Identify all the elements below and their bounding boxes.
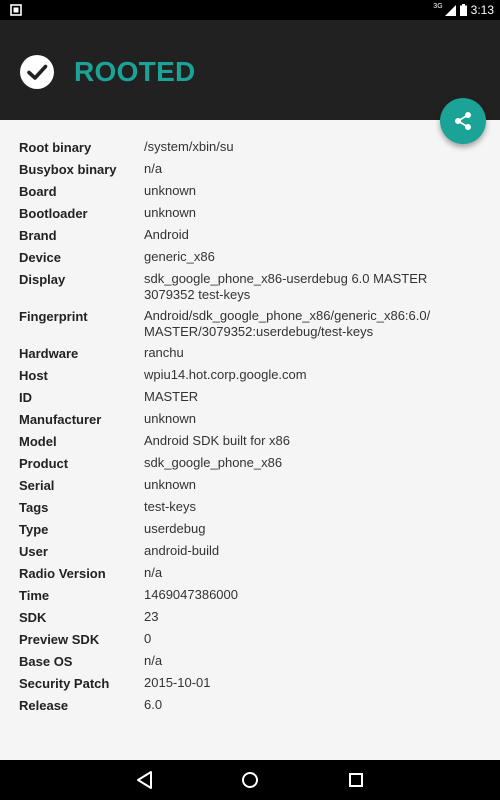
info-label: Host — [19, 368, 48, 383]
info-row: Fingerprint Android/sdk_google_phone_x86/… — [0, 308, 500, 340]
info-label: Tags — [19, 500, 49, 515]
info-label: Release — [19, 698, 69, 713]
info-row: Security Patch 2015-10-01 — [0, 675, 500, 692]
info-row: Model Android SDK built for x86 — [0, 433, 500, 450]
info-label: Base OS — [19, 654, 73, 669]
page-title: ROOTED — [74, 56, 196, 87]
info-label: Brand — [19, 228, 57, 243]
info-row: Root binary/system/xbin/su — [0, 139, 500, 156]
info-value: Android/sdk_google_phone_x86/generic_x86… — [144, 308, 431, 339]
info-value: wpiu14.hot.corp.google.com — [144, 367, 307, 382]
info-value: ranchu — [144, 345, 184, 360]
info-row: Busybox binary n/a — [0, 161, 500, 178]
battery-icon — [459, 4, 467, 16]
info-label: Bootloader — [19, 206, 88, 221]
info-value: 6.0 — [144, 697, 163, 712]
info-label: Security Patch — [19, 676, 110, 691]
info-row: Host wpiu14.hot.corp.google.com — [0, 367, 500, 384]
info-row: Bootloader unknown — [0, 205, 500, 222]
info-value: android-build — [144, 543, 220, 558]
info-label: Time — [19, 588, 50, 603]
info-label: SDK — [19, 610, 47, 625]
info-row: Product sdk_google_phone_x86 — [0, 455, 500, 472]
info-row: Hardware ranchu — [0, 345, 500, 362]
info-row: Device generic_x86 — [0, 249, 500, 266]
status-bar: 3G 3:13 — [0, 0, 500, 20]
info-row: Board unknown — [0, 183, 500, 200]
info-label: ID — [19, 390, 32, 405]
info-label: Model — [19, 434, 57, 449]
info-row: User android-build — [0, 543, 500, 560]
info-label: Product — [19, 456, 69, 471]
info-row: Radio Version n/a — [0, 565, 500, 582]
status-bar-right: 3G 3:13 — [433, 0, 494, 20]
device-info-panel[interactable]: Root binary/system/xbin/su Busybox binary… — [0, 120, 500, 760]
info-label: User — [19, 544, 48, 559]
info-label: Busybox binary — [19, 162, 117, 177]
info-row: Manufacturer unknown — [0, 411, 500, 428]
info-row: SDK 23 — [0, 609, 500, 626]
info-value: 0 — [144, 631, 152, 646]
info-row: Serial unknown — [0, 477, 500, 494]
info-value: sdk_google_phone_x86-userdebug 6.0 MASTE… — [144, 271, 428, 302]
info-row: Type userdebug — [0, 521, 500, 538]
info-row: Base OS n/a — [0, 653, 500, 670]
recents-icon[interactable] — [344, 768, 368, 792]
info-row: Brand Android — [0, 227, 500, 244]
info-value: 2015-10-01 — [144, 675, 211, 690]
info-value: unknown — [144, 411, 197, 426]
info-label: Board — [19, 184, 57, 199]
info-label: Root binary — [19, 140, 92, 155]
info-label: Device — [19, 250, 61, 265]
home-icon[interactable] — [238, 768, 262, 792]
info-value: unknown — [144, 477, 197, 492]
info-value: sdk_google_phone_x86 — [144, 455, 283, 470]
info-label: Hardware — [19, 346, 79, 361]
info-value: unknown — [144, 205, 197, 220]
share-button[interactable] — [440, 98, 486, 144]
info-value: n/a — [144, 161, 163, 176]
info-value: MASTER — [144, 389, 199, 404]
info-label: Radio Version — [19, 566, 106, 581]
info-value: generic_x86 — [144, 249, 215, 264]
check-circle-icon — [20, 55, 54, 89]
info-value: n/a — [144, 565, 163, 580]
info-label: Display — [19, 272, 66, 287]
info-value: n/a — [144, 653, 163, 668]
info-value: unknown — [144, 183, 197, 198]
info-row: Preview SDK 0 — [0, 631, 500, 648]
info-row: Tags test-keys — [0, 499, 500, 516]
info-value: Android SDK built for x86 — [144, 433, 290, 448]
info-row: ID MASTER — [0, 389, 500, 406]
device-info-list: Root binary/system/xbin/su Busybox binary… — [0, 139, 500, 719]
notification-icon — [10, 4, 22, 16]
info-value: 23 — [144, 609, 159, 624]
navigation-bar — [0, 760, 500, 800]
info-value: test-keys — [144, 499, 197, 514]
info-row: Release 6.0 — [0, 697, 500, 714]
info-row: Time 1469047386000 — [0, 587, 500, 604]
info-value: Android — [144, 227, 189, 242]
info-label: Preview SDK — [19, 632, 100, 647]
info-value: userdebug — [144, 521, 206, 536]
info-label: Serial — [19, 478, 55, 493]
info-row: Display sdk_google_phone_x86-userdebug 6.… — [0, 271, 500, 303]
app-bar: ROOTED — [0, 20, 500, 120]
network-type-label: 3G — [433, 3, 443, 10]
share-icon — [455, 112, 471, 130]
info-label: Manufacturer — [19, 412, 102, 427]
info-value: 1469047386000 — [144, 587, 238, 602]
back-icon[interactable] — [133, 768, 157, 792]
info-label: Type — [19, 522, 49, 537]
info-value: /system/xbin/su — [144, 139, 234, 154]
status-time: 3:13 — [470, 3, 494, 17]
info-label: Fingerprint — [19, 309, 88, 324]
signal-icon — [444, 5, 456, 16]
